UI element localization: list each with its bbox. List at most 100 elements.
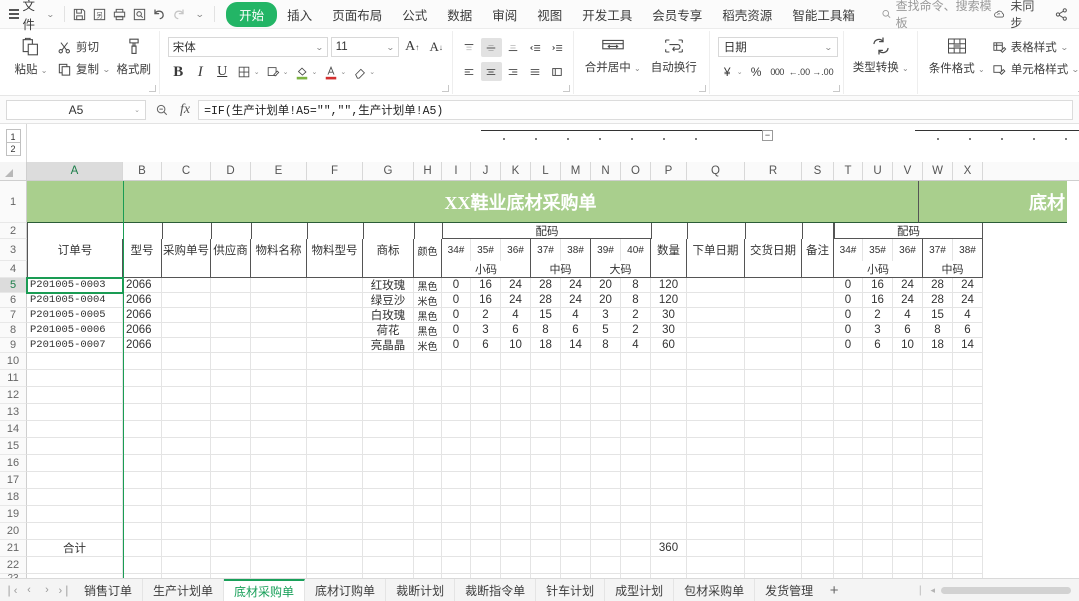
empty-cell[interactable] [893,421,923,438]
cell-C2[interactable] [162,223,211,239]
cell-size39-r3[interactable]: 3 [591,308,621,323]
cell-size34-r5[interactable]: 0 [442,338,471,353]
align-middle-button[interactable] [481,38,502,57]
empty-cell[interactable] [687,353,745,370]
cell-P2[interactable] [651,223,687,239]
cell-model-r1[interactable]: 2066 [123,278,162,293]
empty-cell[interactable] [123,557,162,574]
empty-cell[interactable] [863,574,893,578]
empty-cell[interactable] [745,523,802,540]
row-header-2[interactable]: 2 [0,223,27,239]
empty-cell[interactable] [621,523,651,540]
empty-cell[interactable] [651,387,687,404]
cell-G4[interactable] [363,261,414,278]
cell-size38-r3[interactable]: 4 [561,308,591,323]
empty-cell[interactable] [923,387,953,404]
cell-po-no-r5[interactable] [162,338,211,353]
name-box[interactable]: A5 ⌄ [6,100,146,120]
cell-size37-r5[interactable]: 18 [531,338,561,353]
chevron-down-icon[interactable]: ⌄ [311,68,317,76]
empty-cell[interactable] [863,421,893,438]
cell-model-r3[interactable]: 2066 [123,308,162,323]
empty-cell[interactable] [471,472,501,489]
empty-cell[interactable] [802,506,834,523]
empty-cell[interactable] [162,438,211,455]
empty-cell[interactable] [802,489,834,506]
cell-merge-style-button[interactable] [263,62,284,82]
table-style-button[interactable]: 表格样式 ⌄ [988,37,1079,57]
cell-B4[interactable] [123,261,162,278]
empty-cell[interactable] [307,455,363,472]
empty-cell[interactable] [802,353,834,370]
total-label[interactable]: 合计 [27,540,123,557]
empty-cell[interactable] [651,404,687,421]
insert-function-button[interactable]: fx [178,102,192,118]
empty-cell[interactable] [531,438,561,455]
empty-cell[interactable] [923,489,953,506]
cell-size36-r4[interactable]: 6 [501,323,531,338]
clipboard-dialog-launcher[interactable] [149,85,156,92]
empty-cell[interactable] [561,353,591,370]
empty-cell[interactable] [211,438,251,455]
empty-cell[interactable] [863,438,893,455]
increase-decimal-button[interactable]: ←.00 [789,62,811,82]
empty-cell[interactable] [123,523,162,540]
empty-cell[interactable] [414,455,442,472]
empty-cell[interactable] [802,421,834,438]
cell-brand-r2[interactable]: 绿豆沙 [363,293,414,308]
sheet-tab-cutting-order[interactable]: 裁断指令单 [455,579,536,601]
empty-cell[interactable] [687,557,745,574]
empty-cell[interactable] [307,472,363,489]
empty-cell[interactable] [745,438,802,455]
horizontal-scrollbar[interactable] [941,587,1071,594]
cell-brand-r5[interactable]: 亮晶晶 [363,338,414,353]
empty-cell[interactable] [123,404,162,421]
share-icon[interactable] [1051,3,1071,25]
empty-cell[interactable] [893,540,923,557]
cell-brand-r4[interactable]: 荷花 [363,323,414,338]
wrap-text-button[interactable]: 自动换行 [644,33,704,75]
column-header-M[interactable]: M [561,162,591,180]
cell2-size35-r4[interactable]: 3 [863,323,893,338]
empty-cell[interactable] [923,455,953,472]
empty-cell[interactable] [834,370,863,387]
empty-cell[interactable] [745,557,802,574]
empty-cell[interactable] [27,455,123,472]
empty-cell[interactable] [834,506,863,523]
cell-E4[interactable] [251,261,307,278]
empty-cell[interactable] [953,404,983,421]
empty-cell[interactable] [687,489,745,506]
sync-status-button[interactable]: 未同步 [993,0,1042,31]
empty-cell[interactable] [414,353,442,370]
cell2-size38-r3[interactable]: 4 [953,308,983,323]
cell2-size34-r5[interactable]: 0 [834,338,863,353]
cell-size36-r5[interactable]: 10 [501,338,531,353]
cell-delivery-date-r2[interactable] [745,293,802,308]
empty-cell[interactable] [251,387,307,404]
row-header-14[interactable]: 14 [0,421,27,438]
empty-cell[interactable] [687,404,745,421]
cell-order-no-r2[interactable]: P201005-0004 [27,293,123,308]
empty-cell[interactable] [745,455,802,472]
empty-cell[interactable] [923,523,953,540]
empty-cell[interactable] [923,506,953,523]
cell-supplier-r1[interactable] [211,278,251,293]
chevron-down-icon[interactable]: ⌄ [283,68,289,76]
cell2-size38-r2[interactable]: 24 [953,293,983,308]
scroll-left-icon[interactable]: ❘ [916,585,924,596]
empty-cell[interactable] [251,455,307,472]
empty-cell[interactable] [123,387,162,404]
number-format-select[interactable]: 日期 ⌄ [718,37,838,57]
empty-cell[interactable] [471,438,501,455]
merge-dialog-launcher[interactable] [699,85,706,92]
empty-cell[interactable] [687,540,745,557]
empty-cell[interactable] [745,506,802,523]
cell-F2[interactable] [307,223,363,239]
empty-cell[interactable] [531,455,561,472]
font-color-button[interactable] [320,62,341,82]
cell-order-date-r1[interactable] [687,278,745,293]
empty-cell[interactable] [591,574,621,578]
empty-cell[interactable] [923,472,953,489]
ribbon-tab-page-layout[interactable]: 页面布局 [322,2,392,27]
ribbon-tab-formula[interactable]: 公式 [392,2,437,27]
